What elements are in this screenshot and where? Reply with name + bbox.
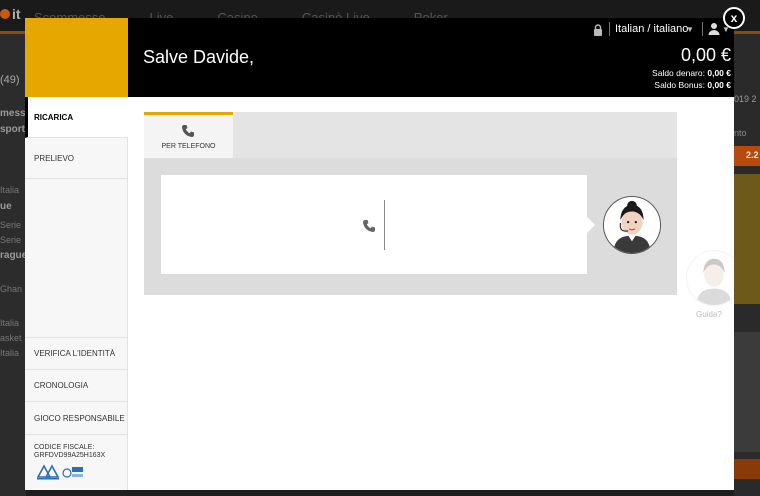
sidebar-item-prelievo[interactable]: PRELIEVO — [25, 138, 128, 179]
user-icon[interactable] — [708, 22, 720, 35]
header-accent-block — [25, 18, 128, 97]
background-left-column: (49) messe sport Italia ue Serie Serie r… — [0, 34, 26, 496]
modal-header: Salve Davide, Italian / italiano ▼ ▼ 0,0… — [25, 18, 734, 97]
support-agent-avatar[interactable] — [603, 196, 661, 254]
saldo-denaro-label: Saldo denaro: — [652, 68, 705, 78]
sidebar-item-label: RICARICA — [34, 112, 74, 122]
background-right-column: 019 2 nto 2.2 — [734, 34, 760, 496]
saldo-bonus: Saldo Bonus: 0,00 € — [654, 80, 731, 90]
saldo-bonus-value: 0,00 € — [707, 80, 731, 90]
sidebar-item-label: PRELIEVO — [34, 153, 75, 163]
account-modal: Salve Davide, Italian / italiano ▼ ▼ 0,0… — [25, 18, 734, 490]
phone-number-card — [161, 175, 587, 274]
sidebar-item-ricarica[interactable]: RICARICA — [25, 97, 128, 138]
tab-per-telefono[interactable]: PER TELEFONO — [144, 112, 233, 158]
fiscal-code-value: GRFDVD99A25H163X — [34, 452, 106, 459]
deposit-content: PER TELEFONO Guida? — [128, 97, 734, 490]
background-text: ue — [0, 201, 12, 212]
background-text: Italia — [0, 185, 20, 195]
background-text: messe — [0, 108, 26, 119]
background-strip — [734, 459, 760, 479]
background-text: Ghan — [0, 284, 23, 294]
deposit-tabs: PER TELEFONO — [144, 112, 677, 158]
guide-label[interactable]: Guida? — [696, 310, 722, 319]
phone-icon — [182, 125, 194, 137]
saldo-bonus-label: Saldo Bonus: — [654, 80, 705, 90]
background-text: Serie — [0, 220, 22, 230]
certification-logo — [36, 464, 83, 480]
fiscal-code-label: CODICE FISCALE: — [34, 444, 95, 451]
background-count: (49) — [0, 74, 20, 86]
sidebar-item-cronologia[interactable]: CRONOLOGIA — [25, 370, 128, 402]
fiscal-code: CODICE FISCALE: GRFDVD99A25H163X — [34, 444, 105, 460]
sidebar-item-gioco-responsabile[interactable]: GIOCO RESPONSABILE — [25, 402, 128, 435]
divider — [702, 22, 703, 36]
background-text: Italia — [0, 348, 20, 358]
background-text: nto — [734, 128, 747, 138]
lock-icon — [594, 24, 602, 36]
background-text: rague — [0, 250, 26, 261]
sidebar-item-label: CRONOLOGIA — [34, 381, 89, 390]
background-banner — [734, 174, 760, 304]
balance-total: 0,00 € — [680, 45, 731, 65]
sidebar-item-verifica-identita[interactable]: VERIFICA L'IDENTITÀ — [25, 337, 128, 370]
language-selector[interactable]: Italian / italiano — [615, 23, 688, 35]
close-button[interactable]: x — [723, 7, 745, 29]
phone-deposit-area: Guida? — [144, 158, 734, 319]
sidebar-item-label: GIOCO RESPONSABILE — [34, 413, 125, 423]
chevron-down-icon[interactable]: ▼ — [686, 25, 694, 34]
background-text: 019 2 — [734, 94, 757, 104]
greeting-title: Salve Davide, — [143, 47, 255, 67]
background-panel — [734, 332, 760, 452]
background-text: Serie — [0, 235, 22, 245]
phone-icon — [363, 220, 375, 232]
background-text: asket — [0, 333, 22, 343]
text-cursor — [384, 200, 385, 250]
saldo-denaro: Saldo denaro: 0,00 € — [652, 68, 731, 78]
background-text: sport — [0, 124, 25, 135]
sidebar-item-label: VERIFICA L'IDENTITÀ — [34, 349, 116, 358]
divider — [609, 22, 610, 36]
modal-sidebar: RICARICA PRELIEVO VERIFICA L'IDENTITÀ CR… — [25, 97, 128, 490]
speech-arrow — [587, 217, 595, 233]
background-text: 2.2 — [746, 150, 759, 160]
deposit-panel: PER TELEFONO Guida? — [144, 112, 734, 319]
saldo-denaro-value: 0,00 € — [707, 68, 731, 78]
guide-avatar[interactable] — [686, 250, 734, 306]
site-logo: it — [0, 6, 21, 22]
tab-label: PER TELEFONO — [161, 143, 216, 150]
background-text: Italia — [0, 318, 20, 328]
